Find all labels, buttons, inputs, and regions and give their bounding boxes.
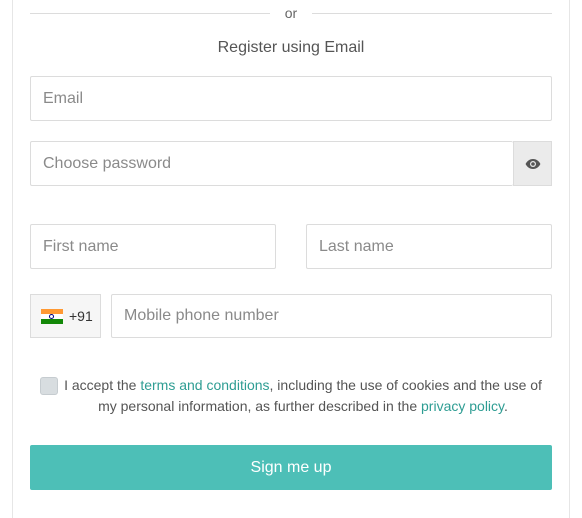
phone-field[interactable] bbox=[112, 295, 551, 337]
last-name-field-wrapper bbox=[306, 224, 552, 269]
divider-line-right bbox=[312, 13, 552, 14]
eye-icon bbox=[525, 158, 540, 169]
consent-text: I accept the terms and conditions, inclu… bbox=[60, 375, 546, 417]
first-name-field[interactable] bbox=[31, 225, 275, 268]
terms-link[interactable]: terms and conditions bbox=[140, 377, 269, 393]
email-field-wrapper bbox=[30, 76, 552, 121]
consent-text-before: I accept the bbox=[64, 377, 141, 393]
consent-text-after: . bbox=[504, 398, 508, 414]
sign-up-button[interactable]: Sign me up bbox=[30, 445, 552, 490]
password-field[interactable] bbox=[31, 142, 513, 185]
show-password-button[interactable] bbox=[513, 141, 552, 186]
last-name-field[interactable] bbox=[307, 225, 551, 268]
form-subtitle: Register using Email bbox=[217, 39, 365, 56]
consent-checkbox[interactable] bbox=[40, 377, 58, 395]
phone-field-wrapper bbox=[111, 294, 552, 338]
password-field-wrapper bbox=[30, 141, 513, 186]
first-name-field-wrapper bbox=[30, 224, 276, 269]
email-field[interactable] bbox=[31, 77, 551, 120]
consent-block: I accept the terms and conditions, inclu… bbox=[38, 375, 552, 419]
privacy-policy-link[interactable]: privacy policy bbox=[421, 398, 504, 414]
dial-code: +91 bbox=[69, 308, 93, 324]
or-divider: or bbox=[30, 4, 552, 24]
india-flag-icon bbox=[41, 308, 63, 324]
country-code-selector[interactable]: +91 bbox=[30, 294, 101, 338]
